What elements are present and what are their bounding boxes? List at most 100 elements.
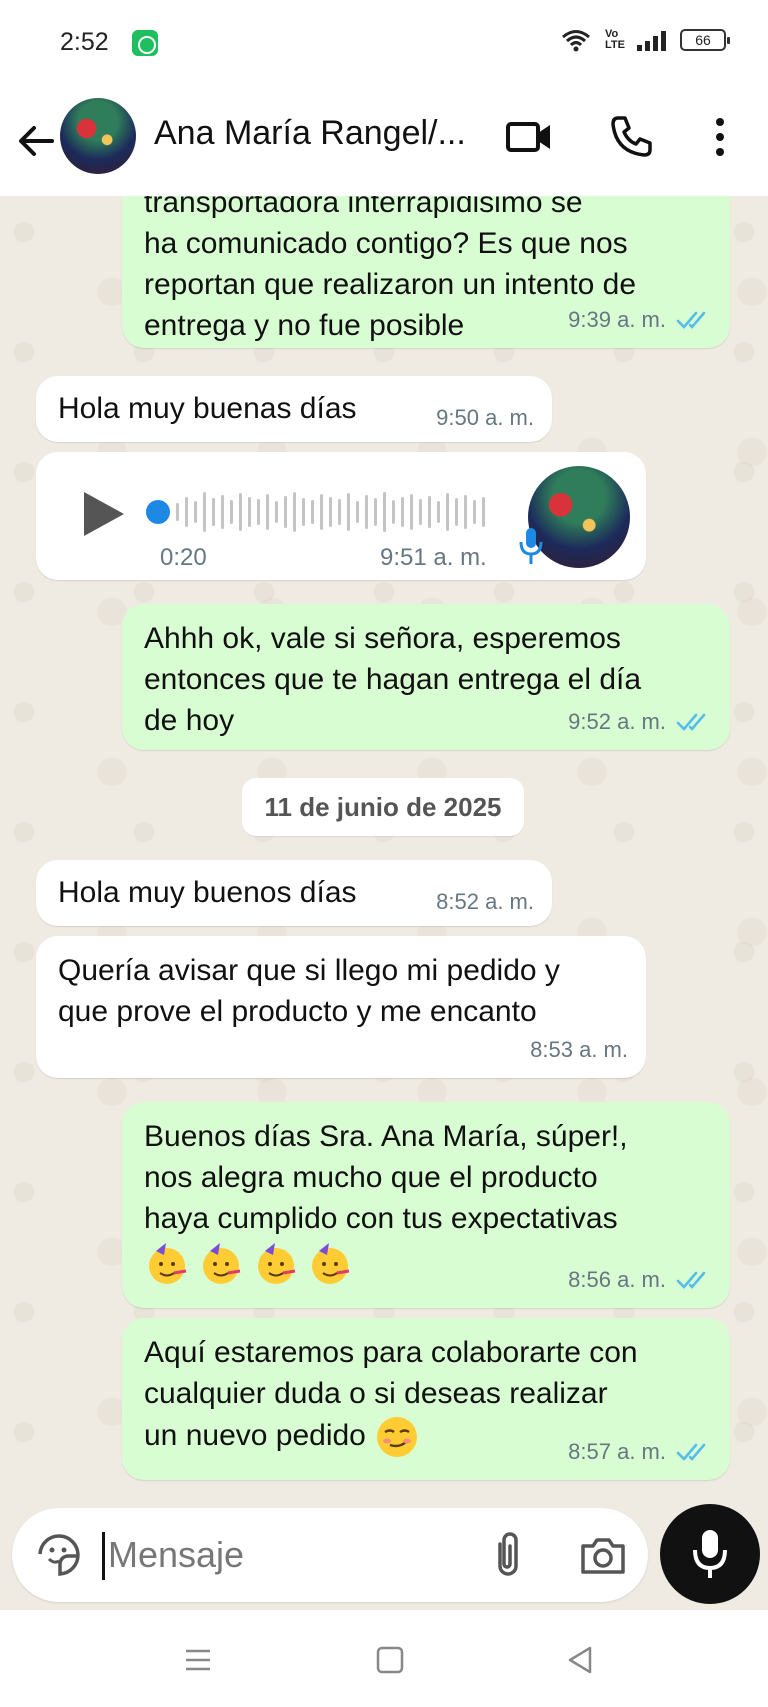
text-cursor	[102, 1532, 105, 1580]
date-separator: 11 de junio de 2025	[242, 778, 524, 836]
waveform-bar	[455, 498, 458, 526]
waveform-bar	[176, 503, 179, 521]
waveform-bar	[293, 492, 296, 532]
read-ticks-icon	[676, 311, 706, 329]
waveform-bar	[428, 496, 431, 528]
contact-avatar[interactable]	[60, 98, 136, 174]
recent-apps-icon[interactable]	[178, 1642, 218, 1678]
waveform-bar	[194, 501, 197, 523]
waveform-bar	[221, 495, 224, 529]
waveform-bar	[446, 493, 449, 531]
message-time: 9:51 a. m.	[380, 544, 487, 571]
message-line: ha comunicado contigo? Es que nos	[144, 227, 628, 260]
video-call-icon[interactable]	[504, 112, 554, 162]
message-line: Ahhh ok, vale si señora, esperemos	[144, 622, 621, 655]
message-meta: 8:52 a. m.	[436, 881, 534, 922]
voice-duration: 0:20	[160, 544, 207, 571]
waveform-bar	[185, 497, 188, 527]
waveform-bar	[302, 498, 305, 526]
waveform-bar	[401, 497, 404, 527]
system-nav-bar	[0, 1614, 768, 1707]
microphone-icon	[519, 528, 543, 564]
waveform-bar	[329, 497, 332, 527]
waveform-bar	[383, 492, 386, 532]
message-bubble-outgoing[interactable]: Aquí estaremos para colaborarte con cual…	[122, 1318, 730, 1480]
back-arrow-icon[interactable]	[16, 116, 56, 166]
waveform-bar	[203, 492, 206, 532]
waveform-bar	[338, 499, 341, 525]
message-input[interactable]	[108, 1524, 448, 1586]
waveform-bar	[212, 498, 215, 526]
volte-indicator: Vo LTE	[605, 28, 625, 51]
waveform-bar	[257, 499, 260, 525]
message-time: 8:52 a. m.	[436, 889, 534, 914]
message-composer[interactable]	[12, 1508, 648, 1602]
playback-position-dot	[146, 500, 170, 524]
message-line: entonces que te hagan entrega el día	[144, 663, 642, 696]
status-indicators: Vo LTE 66	[561, 28, 730, 52]
message-time: 9:52 a. m.	[568, 709, 666, 734]
message-bubble-incoming[interactable]: Hola muy buenas días 9:50 a. m.	[36, 376, 552, 442]
waveform-bar	[374, 498, 377, 526]
waveform-bar	[437, 501, 440, 523]
contact-name[interactable]: Ana María Rangel/...	[154, 114, 484, 153]
message-bubble-incoming[interactable]: Quería avisar que si llego mi pedido y q…	[36, 936, 646, 1078]
phone-icon[interactable]	[606, 112, 656, 162]
message-meta: 9:39 a. m.	[568, 299, 712, 340]
message-line: haya cumplido con tus expectativas	[144, 1202, 618, 1235]
audio-waveform[interactable]	[146, 484, 526, 540]
waveform-bar	[248, 497, 251, 527]
message-line: nos alegra mucho que el producto	[144, 1161, 598, 1194]
sticker-icon[interactable]	[34, 1530, 84, 1580]
chat-area[interactable]: transportadora interrapidisimo se ha com…	[0, 196, 768, 1610]
waveform-bar	[284, 496, 287, 528]
partying-face-emoji	[312, 1243, 350, 1284]
message-bubble-incoming[interactable]: Hola muy buenos días 8:52 a. m.	[36, 860, 552, 926]
waveform-bar	[347, 493, 350, 531]
waveform-bar	[365, 495, 368, 529]
partying-face-emoji	[149, 1243, 187, 1284]
wifi-icon	[562, 30, 590, 52]
waveform-bar	[320, 494, 323, 530]
message-bubble-outgoing[interactable]: transportadora interrapidisimo se ha com…	[122, 196, 730, 348]
nav-back-icon[interactable]	[560, 1642, 600, 1678]
play-icon[interactable]	[78, 486, 128, 542]
message-meta: 8:57 a. m.	[568, 1431, 712, 1472]
message-meta: 8:53 a. m.	[530, 1029, 628, 1070]
voice-message[interactable]: 0:20 9:51 a. m.	[36, 452, 646, 580]
composer-bar	[0, 1500, 768, 1610]
status-bar: 2:52 Vo LTE 66	[0, 0, 768, 88]
microphone-icon	[693, 1530, 727, 1578]
waveform-bar	[356, 501, 359, 523]
waveform-bar	[275, 501, 278, 523]
partying-face-emoji	[203, 1243, 241, 1284]
partying-face-emoji	[257, 1243, 295, 1284]
waveform-bar	[392, 500, 395, 524]
waveform-bar	[419, 499, 422, 525]
home-icon[interactable]	[370, 1642, 410, 1678]
more-options-icon[interactable]	[700, 112, 740, 162]
message-time: 9:39 a. m.	[568, 307, 666, 332]
message-line: transportadora interrapidisimo se	[144, 196, 583, 219]
waveform-bar	[410, 494, 413, 530]
message-time: 8:53 a. m.	[530, 1037, 628, 1062]
voice-record-button[interactable]	[660, 1504, 760, 1604]
message-time: 8:56 a. m.	[568, 1267, 666, 1292]
message-line: cualquier duda o si deseas realizar	[144, 1377, 608, 1410]
message-time: 8:57 a. m.	[568, 1439, 666, 1464]
smirking-face-emoji	[377, 1417, 418, 1457]
message-line: que prove el producto y me encanto	[58, 995, 537, 1028]
chat-header: Ana María Rangel/...	[0, 88, 768, 196]
message-meta: 8:56 a. m.	[568, 1259, 712, 1300]
paperclip-icon[interactable]	[486, 1530, 530, 1580]
waveform-bar	[311, 500, 314, 524]
waveform-bar	[266, 494, 269, 530]
read-ticks-icon	[676, 1271, 706, 1289]
camera-icon[interactable]	[578, 1530, 628, 1580]
signal-icon	[637, 29, 666, 51]
waveform-bar	[239, 493, 242, 531]
message-bubble-outgoing[interactable]: Buenos días Sra. Ana María, súper!, nos …	[122, 1102, 730, 1308]
message-bubble-outgoing[interactable]: Ahhh ok, vale si señora, esperemos enton…	[122, 604, 730, 750]
message-time: 9:50 a. m.	[436, 405, 534, 430]
waveform-bar	[464, 495, 467, 529]
